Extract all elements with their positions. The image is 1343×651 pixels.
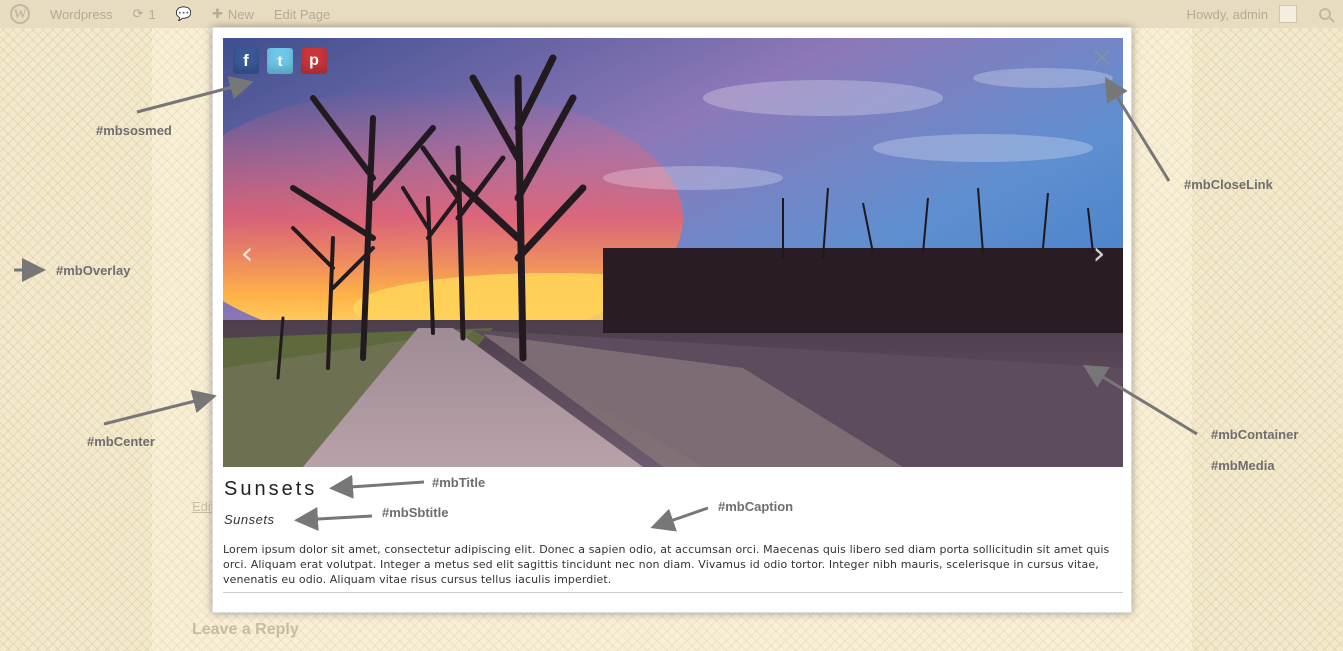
previous-arrow-icon[interactable]: ‹ (232, 234, 262, 272)
annotation-media: #mbMedia (1211, 458, 1275, 473)
lightbox-media: f t p ‹ › (223, 38, 1123, 467)
annotation-overlay: #mbOverlay (56, 263, 131, 278)
close-icon[interactable] (1091, 46, 1113, 68)
next-arrow-icon[interactable]: › (1084, 234, 1114, 272)
admin-bar: W Wordpress ⟳ 1 💬 ✚ New Edit Page Howdy,… (0, 0, 1343, 28)
edit-page-link[interactable]: Edit Page (264, 0, 340, 28)
new-label: New (227, 6, 254, 22)
refresh-icon: ⟳ (132, 6, 144, 21)
plus-icon: ✚ (211, 6, 223, 21)
account-menu[interactable]: Howdy, admin (1177, 0, 1307, 28)
pinterest-icon: p (309, 52, 319, 69)
annotation-title: #mbTitle (432, 475, 486, 490)
caption-divider (223, 592, 1123, 593)
sunset-photo (223, 38, 1123, 467)
annotation-sosmed: #mbsosmed (96, 123, 172, 138)
comment-bubble-icon: 💬 (175, 6, 192, 21)
wordpress-icon: W (10, 4, 30, 24)
updates-link[interactable]: ⟳ 1 (123, 0, 166, 28)
leave-reply-heading: Leave a Reply (192, 621, 299, 638)
updates-count: 1 (148, 6, 156, 22)
annotation-close: #mbCloseLink (1184, 177, 1273, 192)
annotation-container: #mbContainer (1211, 427, 1299, 442)
annotation-subtitle: #mbSbtitle (382, 505, 449, 520)
social-media-bar: f t p (233, 48, 327, 74)
howdy-label: Howdy, admin (1186, 6, 1268, 22)
lightbox-title: Sunsets (224, 478, 318, 500)
comments-link[interactable]: 💬 (166, 0, 202, 28)
lightbox-subtitle: Sunsets (224, 512, 275, 527)
twitter-icon: t (277, 52, 283, 70)
facebook-icon: f (243, 51, 249, 70)
edit-page-label: Edit Page (273, 6, 331, 22)
search-icon[interactable] (1319, 8, 1331, 20)
lightbox-caption: Lorem ipsum dolor sit amet, consectetur … (223, 543, 1110, 586)
wp-logo-menu[interactable]: W (0, 0, 40, 28)
annotation-center: #mbCenter (87, 434, 155, 449)
pinterest-share-button[interactable]: p (301, 48, 327, 74)
lightbox-center: f t p ‹ › Sunsets Sunsets Lorem ipsum do… (212, 27, 1132, 613)
avatar (1279, 5, 1297, 23)
facebook-share-button[interactable]: f (233, 48, 259, 74)
site-name-link[interactable]: Wordpress (40, 0, 123, 28)
annotation-caption: #mbCaption (718, 499, 794, 514)
new-content-menu[interactable]: ✚ New (202, 0, 264, 28)
twitter-share-button[interactable]: t (267, 48, 293, 74)
site-name-label: Wordpress (50, 6, 113, 22)
